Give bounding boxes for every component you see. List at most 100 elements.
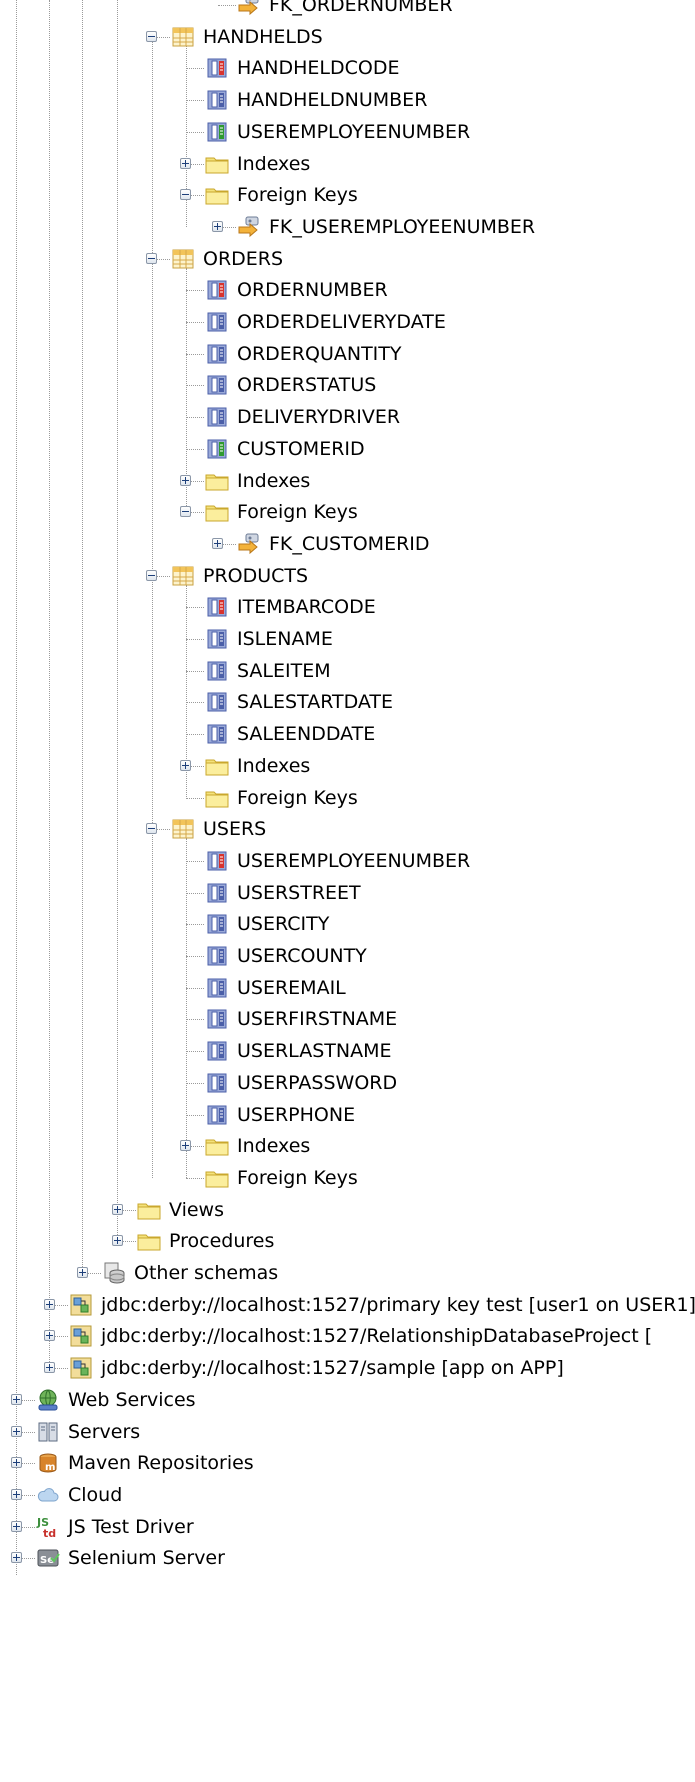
tree-node[interactable]: Servers <box>0 1417 695 1447</box>
tree-node[interactable]: FK_CUSTOMERID <box>0 529 695 559</box>
tree-node[interactable]: FK_USEREMPLOYEENUMBER <box>0 212 695 242</box>
tree-node[interactable]: USERCOUNTY <box>0 941 695 971</box>
js-test-driver-icon: JS td <box>36 1515 60 1540</box>
collapse-icon[interactable] <box>180 506 191 518</box>
folder-icon <box>205 152 229 176</box>
tree-node[interactable]: HANDHELDCODE <box>0 53 695 83</box>
tree-node[interactable]: Foreign Keys <box>0 497 695 527</box>
expand-icon[interactable] <box>44 1362 55 1374</box>
tree-node-label: FK_ORDERNUMBER <box>269 0 453 16</box>
tree-node[interactable]: USERFIRSTNAME <box>0 1004 695 1034</box>
tree-node[interactable]: ORDERS <box>0 244 695 274</box>
tree-node[interactable]: Se Selenium Server <box>0 1543 695 1573</box>
tree-node-label: Foreign Keys <box>237 786 358 809</box>
collapse-icon[interactable] <box>146 252 157 264</box>
column-icon <box>205 1103 229 1127</box>
fk-icon <box>237 532 261 556</box>
tree-node[interactable]: Foreign Keys <box>0 1163 695 1193</box>
expand-icon[interactable] <box>11 1393 22 1405</box>
tree-node-label: ISLENAME <box>237 628 333 650</box>
selenium-icon: Se <box>36 1546 60 1570</box>
collapse-icon[interactable] <box>146 569 157 581</box>
expand-icon[interactable] <box>180 1140 191 1152</box>
tree-node[interactable]: JS td JS Test Driver <box>0 1512 695 1542</box>
tree-node-label: USERS <box>203 818 267 841</box>
expand-icon[interactable] <box>180 759 191 771</box>
tree-node[interactable]: USERLASTNAME <box>0 1036 695 1066</box>
tree-node-label: USERCITY <box>237 913 330 936</box>
tree-node[interactable]: USERS <box>0 814 695 844</box>
tree-node[interactable]: USEREMPLOYEENUMBER <box>0 846 695 876</box>
tree-node[interactable]: HANDHELDS <box>0 22 695 52</box>
tree-node-label: USEREMPLOYEENUMBER <box>237 120 471 143</box>
tree-node[interactable]: ORDERDELIVERYDATE <box>0 307 695 337</box>
tree-node[interactable]: jdbc:derby://localhost:1527/primary key … <box>0 1290 695 1320</box>
tree-node-label: Other schemas <box>134 1262 279 1284</box>
expand-icon[interactable] <box>11 1520 22 1532</box>
tree-node[interactable]: jdbc:derby://localhost:1527/sample [app … <box>0 1353 695 1383</box>
tree-node[interactable]: Cloud <box>0 1480 695 1510</box>
tree-node[interactable]: Indexes <box>0 751 695 781</box>
tree-node[interactable]: Foreign Keys <box>0 783 695 813</box>
collapse-icon[interactable] <box>180 189 191 201</box>
tree-node-label: DELIVERYDRIVER <box>237 406 401 429</box>
connection-icon <box>69 1324 93 1348</box>
tree-node[interactable]: SALEITEM <box>0 656 695 686</box>
expand-icon[interactable] <box>11 1457 22 1469</box>
tree-node[interactable]: SALEENDDATE <box>0 719 695 749</box>
tree-node[interactable]: ISLENAME <box>0 624 695 654</box>
table-icon <box>171 817 195 841</box>
tree-node[interactable]: USERCITY <box>0 909 695 939</box>
tree-node[interactable]: Indexes <box>0 466 695 496</box>
tree-node-label: Foreign Keys <box>237 184 358 207</box>
collapse-icon[interactable] <box>146 823 157 835</box>
tree-node[interactable]: USERPASSWORD <box>0 1068 695 1098</box>
tree-node[interactable]: PRODUCTS <box>0 561 695 591</box>
tree-node-label: jdbc:derby://localhost:1527/primary key … <box>101 1293 695 1316</box>
tree-node[interactable]: Views <box>0 1195 695 1225</box>
expand-icon[interactable] <box>44 1298 55 1310</box>
tree-node[interactable]: CUSTOMERID <box>0 434 695 464</box>
tree-node-label: USERCOUNTY <box>237 945 367 967</box>
expand-icon[interactable] <box>112 1203 123 1215</box>
tree-node[interactable]: Web Services <box>0 1385 695 1415</box>
tree-node[interactable]: USEREMPLOYEENUMBER <box>0 117 695 147</box>
tree-node[interactable]: jdbc:derby://localhost:1527/Relationship… <box>0 1321 695 1351</box>
tree-node[interactable]: m Maven Repositories <box>0 1448 695 1478</box>
tree-node[interactable]: HANDHELDNUMBER <box>0 85 695 115</box>
tree-node[interactable]: SALESTARTDATE <box>0 687 695 717</box>
tree-node[interactable]: Indexes <box>0 1131 695 1161</box>
tree-node[interactable]: Foreign Keys <box>0 180 695 210</box>
tree-node[interactable]: ORDERSTATUS <box>0 370 695 400</box>
expand-icon[interactable] <box>180 474 191 486</box>
expand-icon[interactable] <box>11 1488 22 1500</box>
tree-node[interactable]: Procedures <box>0 1226 695 1256</box>
expand-icon[interactable] <box>77 1267 88 1278</box>
expand-icon[interactable] <box>212 537 223 549</box>
collapse-icon[interactable] <box>146 30 157 42</box>
tree-node[interactable]: FK_ORDERNUMBER <box>0 0 695 20</box>
tree-node[interactable]: DELIVERYDRIVER <box>0 402 695 432</box>
tree-node[interactable]: USERSTREET <box>0 878 695 908</box>
tree-node[interactable]: Indexes <box>0 149 695 179</box>
expand-icon[interactable] <box>212 220 223 232</box>
tree-node-label: jdbc:derby://localhost:1527/sample [app … <box>101 1357 564 1380</box>
tree-node[interactable]: ORDERQUANTITY <box>0 339 695 369</box>
fk-icon <box>237 215 261 239</box>
expand-icon[interactable] <box>180 157 191 169</box>
expand-icon[interactable] <box>112 1235 123 1247</box>
expand-icon[interactable] <box>11 1425 22 1437</box>
tree-node-label: CUSTOMERID <box>237 437 365 460</box>
cloud-icon <box>36 1483 60 1507</box>
fk-column-icon <box>205 120 229 144</box>
expand-icon[interactable] <box>44 1330 55 1342</box>
folder-icon <box>137 1229 161 1253</box>
tree-node[interactable]: ITEMBARCODE <box>0 592 695 622</box>
tree-node-label: Indexes <box>237 152 311 175</box>
tree-node[interactable]: ORDERNUMBER <box>0 275 695 305</box>
tree-node-label: USEREMAIL <box>237 976 346 999</box>
tree-node[interactable]: USERPHONE <box>0 1100 695 1130</box>
expand-icon[interactable] <box>11 1552 22 1564</box>
tree-node[interactable]: Other schemas <box>0 1258 695 1288</box>
tree-node[interactable]: USEREMAIL <box>0 973 695 1003</box>
